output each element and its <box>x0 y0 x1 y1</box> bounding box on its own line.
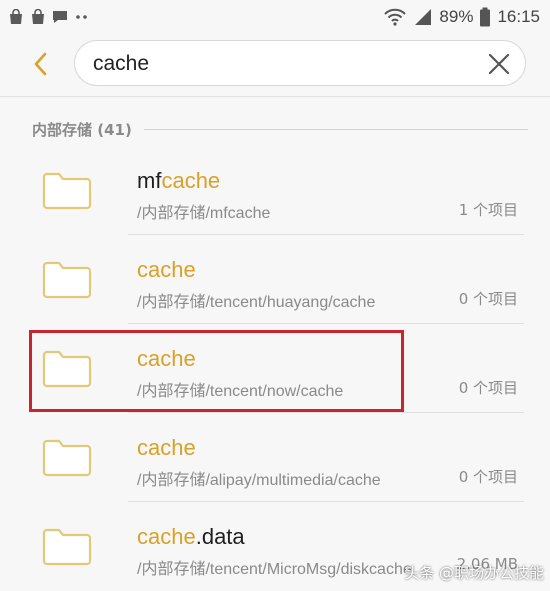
name-match: cache <box>137 257 196 282</box>
folder-icon <box>42 350 92 388</box>
item-path: /内部存储/tencent/huayang/cache <box>137 294 376 311</box>
bag-icon <box>32 9 44 24</box>
item-count: 0 个项目 <box>458 379 518 397</box>
list-item[interactable]: cache /内部存储/tencent/now/cache 0 个项目 <box>0 324 550 413</box>
item-count: 0 个项目 <box>458 290 518 308</box>
folder-icon <box>42 172 92 210</box>
list-item[interactable]: cache /内部存储/tencent/huayang/cache 0 个项目 <box>0 235 550 324</box>
more-dots-icon <box>76 15 87 19</box>
name-prefix: mf <box>137 168 162 193</box>
item-path: /内部存储/mfcache <box>137 205 271 222</box>
item-name: cache <box>137 435 196 461</box>
item-name: mfcache <box>137 168 220 194</box>
item-count: 1 个项目 <box>458 201 518 219</box>
close-icon <box>488 53 510 75</box>
item-name: cache.data <box>137 524 245 550</box>
item-name: cache <box>137 257 196 283</box>
battery-percent: 89% <box>439 7 474 26</box>
search-box <box>74 40 526 86</box>
name-suffix: .data <box>195 524 245 549</box>
watermark: 头条 @职场办公技能 <box>404 564 544 582</box>
folder-icon <box>42 528 92 566</box>
clear-search-button[interactable] <box>485 50 513 78</box>
name-match: cache <box>161 168 221 193</box>
item-name: cache <box>137 346 196 372</box>
search-input[interactable] <box>91 49 475 79</box>
search-header <box>0 34 550 96</box>
item-path: /内部存储/tencent/MicroMsg/diskcache <box>137 561 412 578</box>
item-path: /内部存储/tencent/now/cache <box>137 383 344 400</box>
system-status: 89% 16:15 <box>383 4 540 30</box>
section-header: 内部存储 (41) <box>32 118 532 140</box>
clock: 16:15 <box>497 7 540 26</box>
bag-icon <box>10 9 22 24</box>
section-title: 内部存储 (41) <box>32 120 132 139</box>
wifi-icon <box>384 8 407 26</box>
item-path: /内部存储/alipay/multimedia/cache <box>137 472 381 489</box>
battery-icon <box>480 7 491 27</box>
header-divider <box>0 96 550 97</box>
list-item[interactable]: mfcache /内部存储/mfcache 1 个项目 <box>0 146 550 235</box>
chevron-left-icon <box>34 52 47 76</box>
item-count: 0 个项目 <box>458 468 518 486</box>
signal-icon <box>415 9 432 25</box>
folder-icon <box>42 261 92 299</box>
section-divider <box>143 128 528 130</box>
results-list: mfcache /内部存储/mfcache 1 个项目 cache /内部存储/… <box>0 146 550 591</box>
back-button[interactable] <box>26 49 56 79</box>
folder-icon <box>42 439 92 477</box>
list-item[interactable]: cache /内部存储/alipay/multimedia/cache 0 个项… <box>0 413 550 502</box>
notification-icons <box>8 6 90 28</box>
chat-icon <box>53 11 67 23</box>
name-match: cache <box>137 346 196 371</box>
status-bar: 89% 16:15 <box>0 0 550 34</box>
name-match: cache <box>137 435 196 460</box>
name-match: cache <box>137 524 196 549</box>
